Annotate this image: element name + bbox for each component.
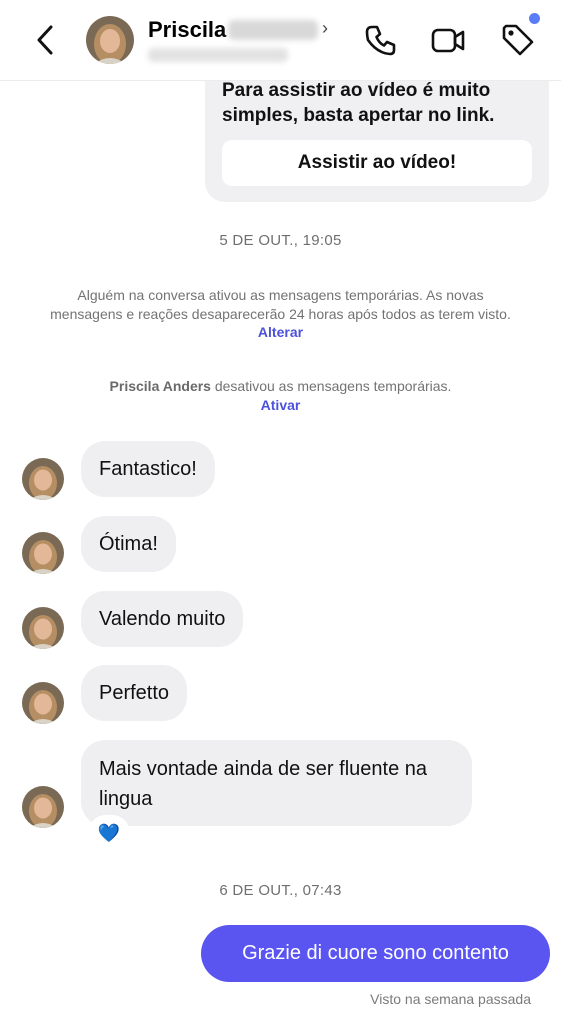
contact-name[interactable]: Priscila	[148, 17, 226, 43]
blurred-status	[148, 48, 288, 62]
notification-dot	[529, 13, 540, 24]
timestamp-divider: 5 DE OUT., 19:05	[219, 232, 342, 249]
watch-video-button[interactable]: Assistir ao vídeo!	[222, 140, 532, 186]
blue-heart-icon: 💙	[97, 823, 121, 843]
seen-status: Visto na semana passada	[370, 991, 531, 1007]
video-camera-icon[interactable]	[430, 22, 466, 58]
change-link[interactable]: Alterar	[258, 324, 303, 340]
avatar[interactable]	[22, 682, 64, 724]
message-bubble-incoming[interactable]: Mais vontade ainda de ser fluente na lin…	[81, 740, 472, 826]
message-bubble-incoming[interactable]: Valendo muito	[81, 591, 244, 647]
avatar[interactable]	[22, 607, 64, 649]
avatar[interactable]	[22, 458, 64, 500]
chevron-right-icon[interactable]: ›	[322, 18, 328, 39]
system-message-actor: Priscila Anders	[109, 378, 211, 394]
chevron-left-icon[interactable]	[30, 22, 62, 58]
system-message-text: desativou as mensagens temporárias.	[214, 378, 452, 394]
timestamp-divider: 6 DE OUT., 07:43	[219, 882, 342, 899]
contact-avatar[interactable]	[86, 16, 134, 64]
heart-reaction[interactable]: 💙	[88, 815, 130, 851]
message-bubble-incoming[interactable]: Perfetto	[81, 665, 188, 721]
message-bubble-incoming[interactable]: Fantastico!	[81, 441, 215, 497]
blurred-surname	[228, 20, 318, 40]
shared-message-text: Para assistir ao vídeo é muito simples, …	[222, 80, 495, 126]
system-message-text: Alguém na conversa ativou as mensagens t…	[50, 287, 511, 322]
phone-icon[interactable]	[363, 22, 399, 58]
system-message-temp-on: Alguém na conversa ativou as mensagens t…	[40, 286, 521, 342]
avatar[interactable]	[22, 786, 64, 828]
message-bubble-incoming[interactable]: Ótima!	[81, 516, 176, 572]
chat-header: Priscila ›	[0, 0, 561, 81]
system-message-temp-off: Priscila Anders desativou as mensagens t…	[40, 377, 521, 414]
tag-icon[interactable]	[500, 22, 536, 58]
avatar[interactable]	[22, 532, 64, 574]
message-bubble-outgoing[interactable]: Grazie di cuore sono contento	[201, 925, 550, 982]
activate-link[interactable]: Ativar	[261, 397, 301, 413]
